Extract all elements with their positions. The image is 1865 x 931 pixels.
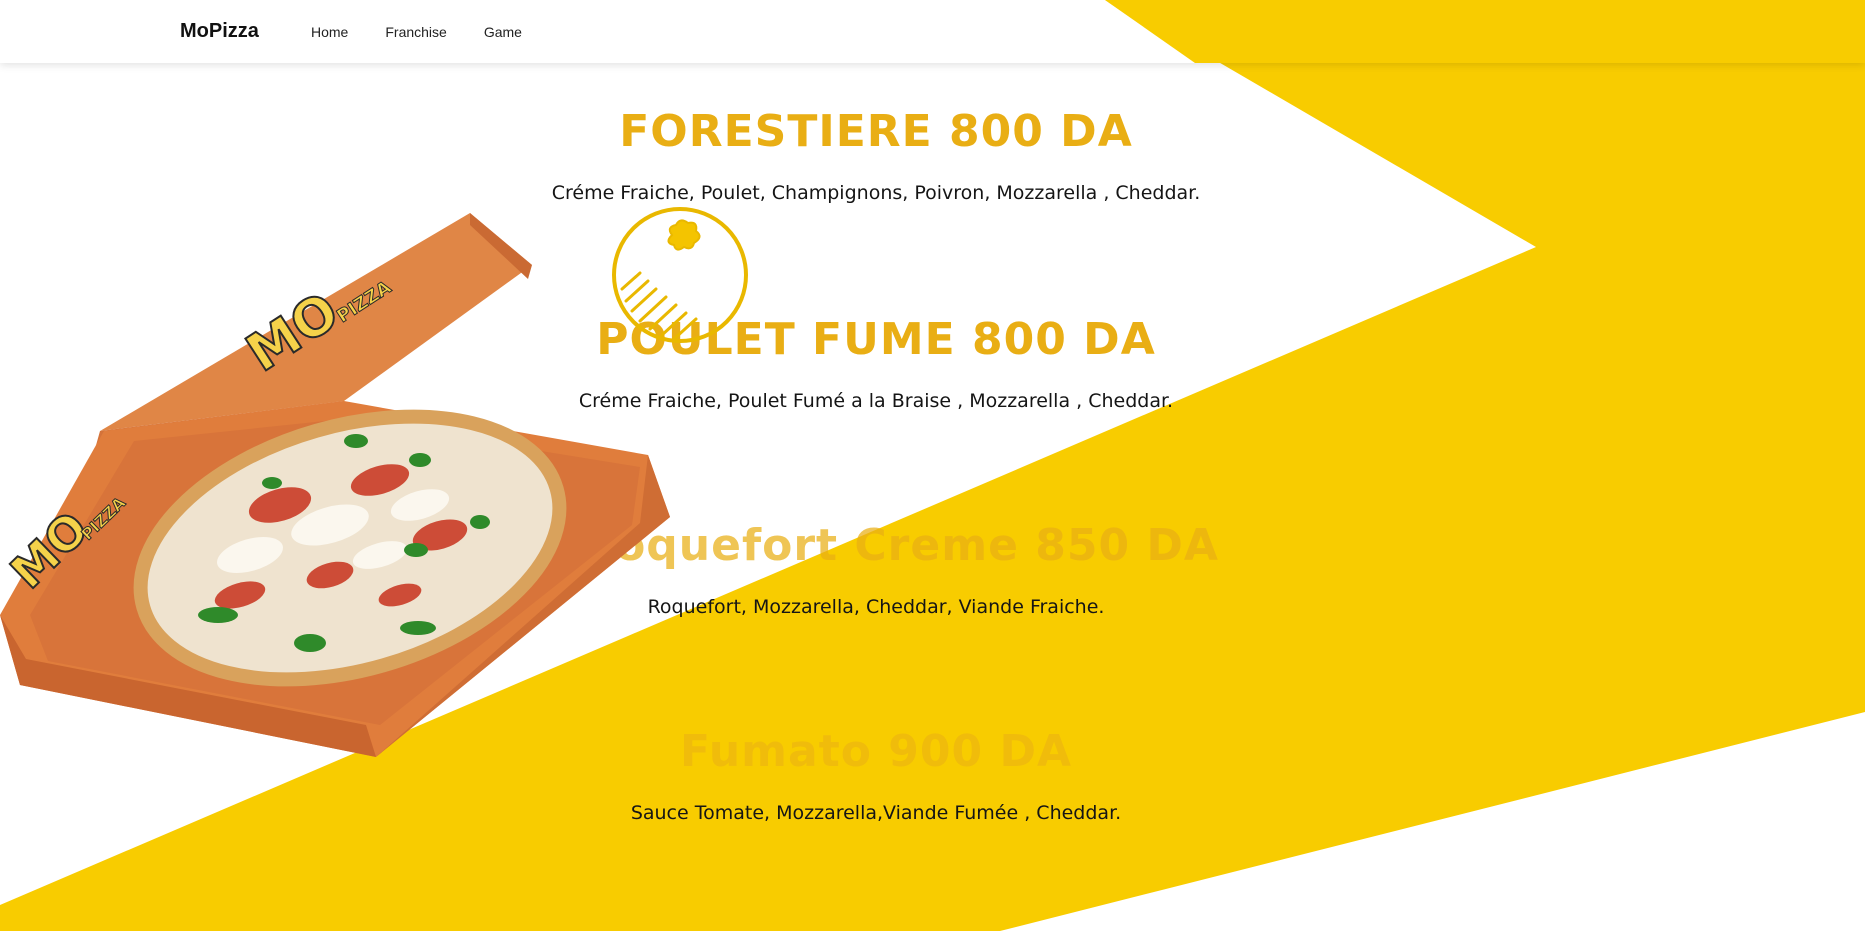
brand-logo[interactable]: MoPizza (180, 20, 259, 43)
menu-item: FORESTIERE 800 DA Créme Fraiche, Poulet,… (0, 110, 1752, 203)
pizza-box-image: MO PIZZA MO PIZZA (0, 213, 670, 757)
nav-links: Home Franchise Game (311, 24, 559, 40)
page: MoPizza Home Franchise Game FORESTIERE 8… (0, 0, 1865, 931)
nav-link-game[interactable]: Game (484, 24, 522, 40)
top-navbar: MoPizza Home Franchise Game (0, 0, 1865, 63)
menu-item-description: Créme Fraiche, Poulet, Champignons, Poiv… (551, 182, 1201, 204)
nav-link-franchise[interactable]: Franchise (385, 24, 446, 40)
nav-link-home[interactable]: Home (311, 24, 348, 40)
menu-item-title: FORESTIERE 800 DA (619, 106, 1133, 157)
navbar-background (0, 0, 1865, 63)
menu-item-description: Sauce Tomate, Mozzarella,Viande Fumée , … (630, 802, 1122, 824)
